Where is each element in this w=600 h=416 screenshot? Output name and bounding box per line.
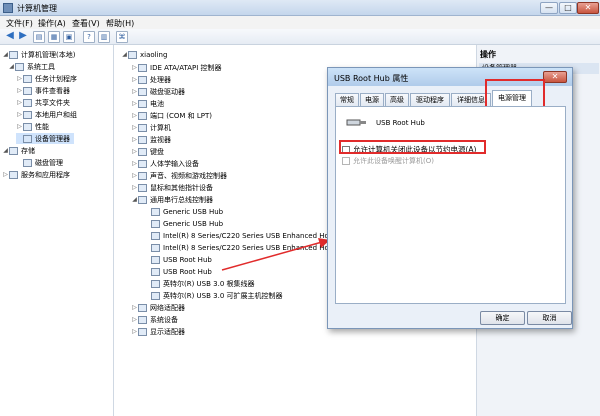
tab-driver[interactable]: 驱动程序 bbox=[410, 93, 450, 106]
cancel-button[interactable]: 取消 bbox=[527, 311, 572, 325]
tab-power[interactable]: 电源 bbox=[360, 93, 384, 106]
usb-device-icon bbox=[346, 119, 366, 126]
allow-wake-checkbox bbox=[342, 157, 350, 165]
tab-general[interactable]: 常规 bbox=[335, 93, 359, 106]
device-name: USB Root Hub bbox=[376, 119, 425, 127]
dialog-title: USB Root Hub 属性 bbox=[334, 74, 409, 83]
allow-wake-label: 允许此设备唤醒计算机(O) bbox=[353, 157, 434, 165]
ok-button[interactable]: 确定 bbox=[480, 311, 525, 325]
power-management-panel: USB Root Hub 允许计算机关闭此设备以节约电源(A) 允许此设备唤醒计… bbox=[335, 106, 566, 304]
dialog-close-button[interactable]: ✕ bbox=[543, 71, 567, 83]
tab-advanced[interactable]: 高级 bbox=[385, 93, 409, 106]
highlight-box-power-option bbox=[339, 140, 486, 154]
usb-root-hub-properties-dialog: USB Root Hub 属性 ✕ 常规 电源 高级 驱动程序 详细信息 电源管… bbox=[327, 67, 573, 329]
allow-wake-checkbox-row: 允许此设备唤醒计算机(O) bbox=[342, 156, 434, 166]
